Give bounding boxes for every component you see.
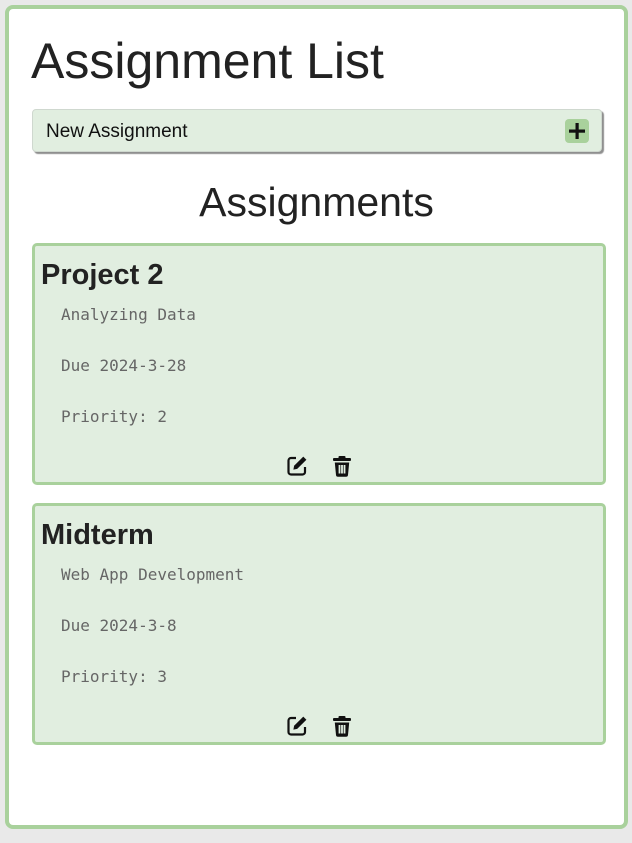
assignment-description: Analyzing Data xyxy=(61,305,196,324)
delete-assignment-button[interactable] xyxy=(330,714,354,738)
add-assignment-button[interactable] xyxy=(565,119,589,143)
edit-icon xyxy=(287,716,307,736)
delete-assignment-button[interactable] xyxy=(330,454,354,478)
plus-icon xyxy=(569,123,585,139)
assignment-priority: Priority: 3 xyxy=(61,667,167,686)
edit-assignment-button[interactable] xyxy=(285,714,309,738)
assignment-title: Project 2 xyxy=(41,259,164,291)
assignment-card: Midterm Web App Development Due 2024-3-8… xyxy=(32,503,606,745)
assignment-due-date: Due 2024-3-28 xyxy=(61,356,187,375)
assignment-description: Web App Development xyxy=(61,565,245,584)
assignment-priority: Priority: 2 xyxy=(61,407,167,426)
new-assignment-label: New Assignment xyxy=(46,121,188,142)
trash-icon xyxy=(333,456,351,477)
page-title: Assignment List xyxy=(31,33,384,89)
edit-icon xyxy=(287,456,307,476)
assignment-title: Midterm xyxy=(41,519,154,551)
assignments-heading: Assignments xyxy=(199,179,434,225)
edit-assignment-button[interactable] xyxy=(285,454,309,478)
trash-icon xyxy=(333,716,351,737)
assignment-card: Project 2 Analyzing Data Due 2024-3-28 P… xyxy=(32,243,606,485)
new-assignment-bar[interactable]: New Assignment xyxy=(32,109,602,152)
assignment-due-date: Due 2024-3-8 xyxy=(61,616,177,635)
assignment-app: Assignment List New Assignment Assignmen… xyxy=(5,5,628,829)
